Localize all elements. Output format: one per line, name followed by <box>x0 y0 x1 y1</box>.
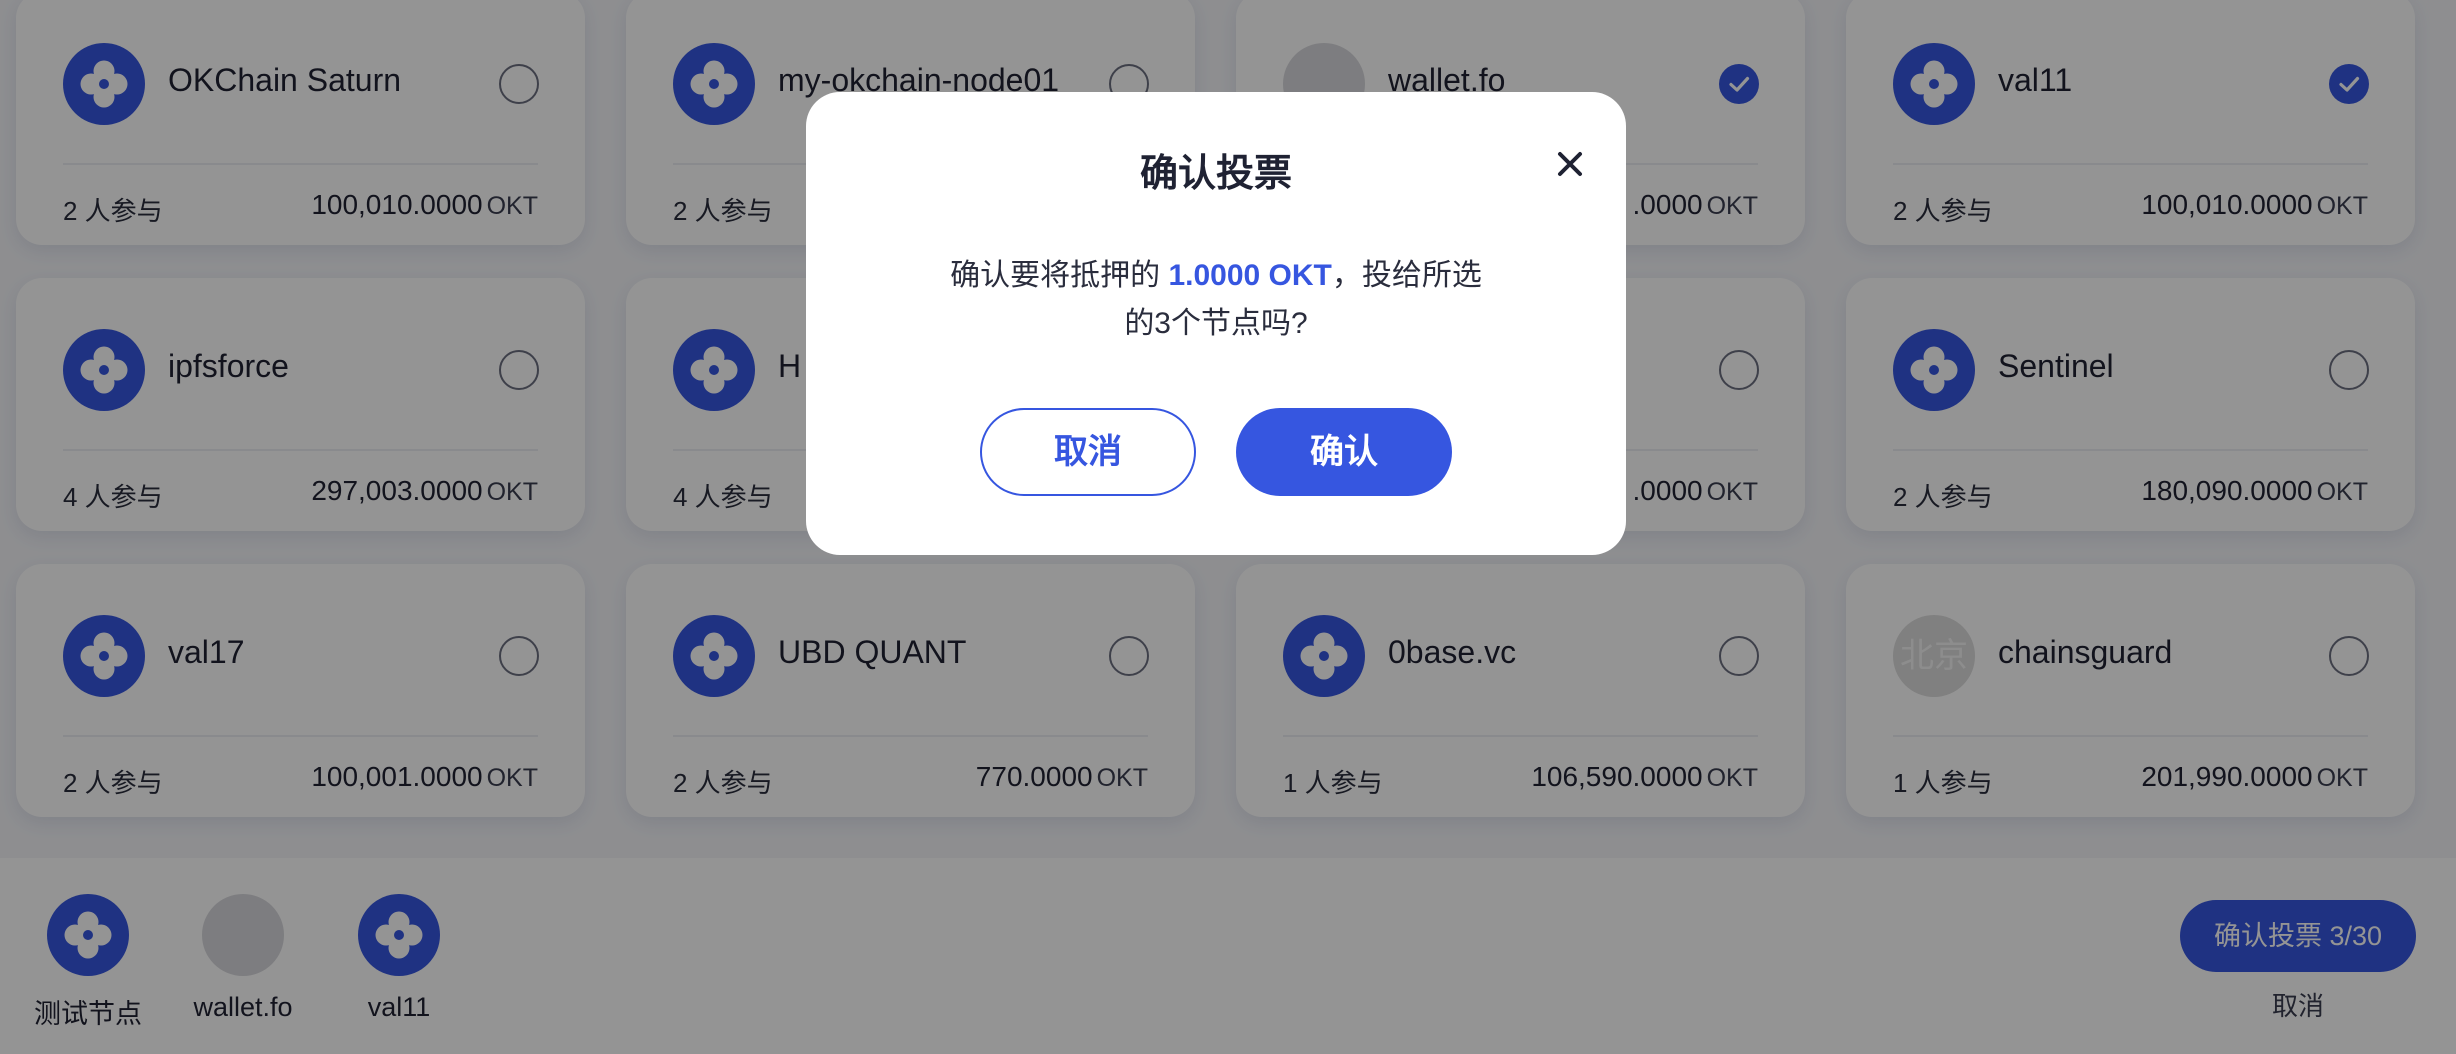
dialog-message-prefix: 确认要将抵押的 <box>950 259 1169 292</box>
close-icon[interactable] <box>1550 144 1590 184</box>
confirm-vote-dialog: 确认投票 确认要将抵押的 1.0000 OKT，投给所选的3个节点吗? 取消 确… <box>806 92 1626 555</box>
dialog-message-amount: 1.0000 OKT <box>1168 259 1332 292</box>
dialog-title: 确认投票 <box>1139 153 1292 195</box>
cancel-button[interactable]: 取消 <box>980 408 1196 496</box>
dialog-message: 确认要将抵押的 1.0000 OKT，投给所选的3个节点吗? <box>946 252 1486 348</box>
confirm-button[interactable]: 确认 <box>1236 408 1452 496</box>
